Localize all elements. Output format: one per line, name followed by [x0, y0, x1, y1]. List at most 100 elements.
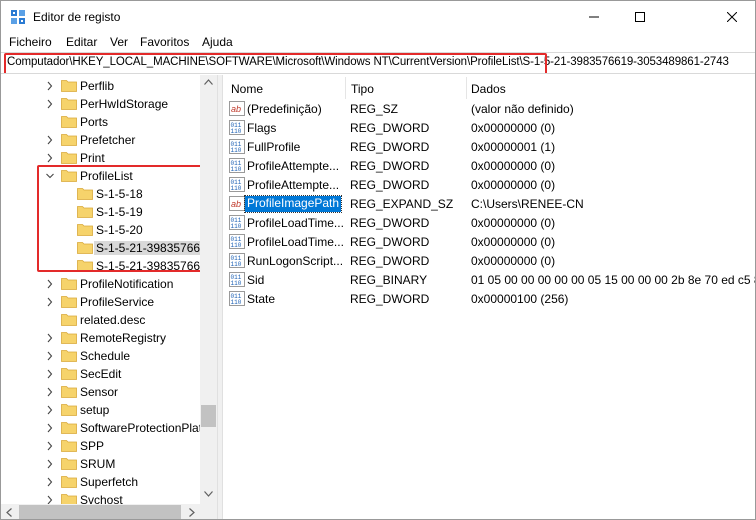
- list-row[interactable]: 011 110 ProfileLoadTime... REG_DWORD 0x00000…: [223, 213, 755, 232]
- tree-item[interactable]: ProfileNotification: [1, 275, 201, 293]
- cell-data: 01 05 00 00 00 00 00 05 15 00 00 00 2b 8…: [471, 273, 756, 287]
- collapsed-chevron-icon[interactable]: [46, 81, 54, 91]
- collapsed-chevron-icon[interactable]: [46, 459, 54, 469]
- tree-item[interactable]: Sensor: [1, 383, 201, 401]
- tree-item[interactable]: S-1-5-20: [1, 221, 201, 239]
- list-row[interactable]: 011 110 RunLogonScript... REG_DWORD 0x000000…: [223, 251, 755, 270]
- list-row[interactable]: 011 110 FullProfile REG_DWORD 0x00000001 (1): [223, 137, 755, 156]
- collapsed-chevron-icon[interactable]: [46, 423, 54, 433]
- tree-item[interactable]: S-1-5-19: [1, 203, 201, 221]
- tree-item[interactable]: RemoteRegistry: [1, 329, 201, 347]
- expanded-chevron-icon[interactable]: [46, 171, 54, 181]
- list-row[interactable]: 011 110 ProfileAttempte... REG_DWORD 0x00000…: [223, 156, 755, 175]
- scroll-up-icon[interactable]: [204, 79, 213, 85]
- column-data-header[interactable]: Dados: [471, 82, 506, 96]
- collapsed-chevron-icon[interactable]: [46, 369, 54, 379]
- tree-item[interactable]: Prefetcher: [1, 131, 201, 149]
- cell-name: ProfileAttempte...: [247, 178, 340, 192]
- tree-item-label: RemoteRegistry: [80, 331, 167, 345]
- tree-item[interactable]: S-1-5-18: [1, 185, 201, 203]
- folder-icon: [61, 80, 77, 92]
- tree-item[interactable]: Perflib: [1, 77, 201, 95]
- tree-vertical-scroll-thumb[interactable]: [201, 405, 216, 427]
- collapsed-chevron-icon[interactable]: [46, 351, 54, 361]
- folder-icon: [61, 98, 77, 110]
- collapsed-chevron-icon[interactable]: [46, 333, 54, 343]
- menu-view[interactable]: Ver: [110, 35, 128, 49]
- tree-item[interactable]: Superfetch: [1, 473, 201, 491]
- list-row[interactable]: 011 110 ProfileAttempte... REG_DWORD 0x00000…: [223, 175, 755, 194]
- folder-icon: [61, 332, 77, 344]
- collapsed-chevron-icon[interactable]: [46, 99, 54, 109]
- list-row[interactable]: 011 110 Sid REG_BINARY 01 05 00 00 00 00 00 …: [223, 270, 756, 289]
- tree-item[interactable]: S-1-5-21-398357661: [1, 257, 207, 275]
- binary-value-icon: 011 110: [229, 272, 245, 287]
- tree-item[interactable]: setup: [1, 401, 201, 419]
- collapsed-chevron-icon[interactable]: [46, 297, 54, 307]
- list-row[interactable]: ab (Predefinição) REG_SZ (valor não definid…: [223, 99, 755, 118]
- collapsed-chevron-icon[interactable]: [46, 279, 54, 289]
- cell-data: 0x00000000 (0): [471, 254, 556, 268]
- svg-text:110: 110: [231, 185, 242, 192]
- menu-edit[interactable]: Editar: [66, 35, 97, 49]
- column-separator[interactable]: [466, 77, 467, 99]
- tree-item[interactable]: Print: [1, 149, 201, 167]
- tree-item[interactable]: SecEdit: [1, 365, 201, 383]
- list-row[interactable]: ab ProfileImagePath REG_EXPAND_SZ C:\Users\…: [223, 194, 755, 213]
- tree-item[interactable]: SRUM: [1, 455, 201, 473]
- maximize-button[interactable]: [617, 1, 663, 33]
- binary-value-icon: 011 110: [229, 120, 245, 135]
- tree-item[interactable]: PerHwIdStorage: [1, 95, 201, 113]
- cell-type: REG_DWORD: [350, 159, 430, 173]
- tree-vertical-scrollbar[interactable]: [200, 75, 217, 519]
- key-tree[interactable]: Perflib PerHwIdStorage Ports Prefetcher Prin…: [1, 75, 217, 519]
- folder-icon: [61, 476, 77, 488]
- collapsed-chevron-icon[interactable]: [46, 477, 54, 487]
- folder-icon: [61, 350, 77, 362]
- tree-horizontal-scrollbar[interactable]: [1, 504, 217, 519]
- binary-value-icon: 011 110: [229, 253, 245, 268]
- collapsed-chevron-icon[interactable]: [46, 441, 54, 451]
- column-separator[interactable]: [345, 77, 346, 99]
- minimize-button[interactable]: [571, 1, 617, 33]
- scroll-right-icon[interactable]: [189, 508, 195, 517]
- tree-item-label: Schedule: [80, 349, 131, 363]
- tree-item[interactable]: Schedule: [1, 347, 201, 365]
- tree-item[interactable]: SoftwareProtectionPlat: [1, 419, 202, 437]
- column-type-header[interactable]: Tipo: [351, 82, 374, 96]
- collapsed-chevron-icon[interactable]: [46, 153, 54, 163]
- menu-favorites[interactable]: Favoritos: [140, 35, 189, 49]
- menu-bar: Ficheiro Editar Ver Favoritos Ajuda: [1, 34, 755, 52]
- collapsed-chevron-icon[interactable]: [46, 387, 54, 397]
- cell-data: 0x00000000 (0): [471, 121, 556, 135]
- svg-text:110: 110: [231, 147, 242, 154]
- tree-item[interactable]: ProfileService: [1, 293, 201, 311]
- menu-help[interactable]: Ajuda: [202, 35, 233, 49]
- list-row[interactable]: 011 110 ProfileLoadTime... REG_DWORD 0x00000…: [223, 232, 755, 251]
- tree-item-label: PerHwIdStorage: [80, 97, 169, 111]
- folder-icon: [61, 440, 77, 452]
- tree-item[interactable]: Ports: [1, 113, 201, 131]
- cell-type: REG_DWORD: [350, 292, 430, 306]
- svg-text:110: 110: [231, 223, 242, 230]
- tree-item[interactable]: SPP: [1, 437, 201, 455]
- tree-item-label: S-1-5-19: [96, 205, 143, 219]
- value-list[interactable]: Nome Tipo Dados ab (Predefinição) REG_SZ (v…: [223, 75, 756, 519]
- tree-item[interactable]: related.desc: [1, 311, 201, 329]
- folder-icon: [61, 134, 77, 146]
- svg-text:110: 110: [231, 280, 242, 287]
- tree-horizontal-scroll-thumb[interactable]: [19, 505, 181, 519]
- column-name-header[interactable]: Nome: [231, 82, 263, 96]
- collapsed-chevron-icon[interactable]: [46, 405, 54, 415]
- tree-item[interactable]: ProfileList: [1, 167, 201, 185]
- list-row[interactable]: 011 110 Flags REG_DWORD 0x00000000 (0): [223, 118, 755, 137]
- scroll-down-icon[interactable]: [204, 491, 213, 497]
- scroll-left-icon[interactable]: [6, 508, 12, 517]
- list-row[interactable]: 011 110 State REG_DWORD 0x00000100 (256): [223, 289, 755, 308]
- close-button[interactable]: [663, 1, 755, 33]
- tree-item[interactable]: S-1-5-21-398357661: [1, 239, 209, 257]
- collapsed-chevron-icon[interactable]: [46, 135, 54, 145]
- address-bar[interactable]: Computador\HKEY_LOCAL_MACHINE\SOFTWARE\M…: [1, 52, 755, 74]
- menu-file[interactable]: Ficheiro: [9, 35, 52, 49]
- tree-item-label: ProfileNotification: [80, 277, 174, 291]
